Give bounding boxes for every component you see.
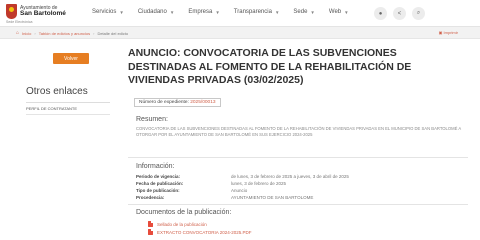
doc-link-extracto[interactable]: EXTRACTO CONVOCATORIA 2024-2025.PDF [148, 229, 252, 235]
breadcrumb-bar: ⌂ Inicio › Tablón de edictos y anuncios … [0, 27, 480, 39]
back-button[interactable]: Volver [53, 53, 89, 64]
share-icon[interactable]: < [393, 7, 406, 20]
breadcrumb-item-inicio[interactable]: Inicio [22, 31, 31, 36]
settings-icon[interactable]: ● [374, 7, 387, 20]
info-label: Periodo de vigencia: [136, 174, 181, 179]
divider [128, 157, 468, 158]
coat-of-arms-icon [6, 4, 17, 19]
info-row: Fecha de publicación: lunes, 3 de febrer… [136, 181, 286, 186]
breadcrumb-separator: › [34, 30, 36, 36]
doc-label: Sellado de la publicación [157, 221, 207, 227]
chevron-down-icon: ▼ [344, 9, 349, 15]
expediente-value: 2025/00013 [190, 100, 216, 105]
breadcrumb-separator: › [93, 30, 95, 36]
home-icon[interactable]: ⌂ [16, 30, 19, 36]
info-row: Periodo de vigencia: de lunes, 3 de febr… [136, 174, 349, 179]
site-header: Ayuntamiento de San Bartolomé Sede Elect… [0, 0, 480, 27]
logo-line3: Sede Electrónica [6, 20, 33, 24]
nav-item-ciudadano[interactable]: Ciudadano ▼ [138, 9, 175, 15]
doc-label: EXTRACTO CONVOCATORIA 2024-2025.PDF [157, 229, 252, 235]
logo-line2: San Bartolomé [20, 10, 66, 17]
search-icon[interactable]: ⌕ [412, 7, 425, 20]
nav-label: Ciudadano [137, 9, 167, 15]
back-label: Volver [64, 55, 78, 62]
print-label: Imprimir [443, 30, 458, 35]
expediente-label: Número de expediente: [139, 100, 189, 105]
chevron-down-icon: ▼ [274, 9, 280, 15]
expediente-badge: Número de expediente: 2025/00013 [134, 98, 221, 107]
chevron-down-icon: ▼ [215, 9, 220, 15]
pdf-icon [148, 229, 153, 235]
nav-label: Transparencia [233, 9, 272, 15]
breadcrumb-item-tablon[interactable]: Tablón de edictos y anuncios [39, 31, 90, 36]
main-nav: Servicios ▼ Ciudadano ▼ Empresa ▼ Transpare… [92, 9, 363, 15]
page-title: ANUNCIO: CONVOCATORIA DE LAS SUBVENCIONE… [128, 47, 412, 86]
nav-item-empresa[interactable]: Empresa ▼ [188, 9, 219, 15]
nav-label: Sede [293, 9, 308, 15]
nav-item-servicios[interactable]: Servicios ▼ [92, 9, 124, 15]
pdf-icon [148, 221, 153, 227]
resumen-text: CONVOCATORIA DE LAS SUBVENCIONES DESTINA… [136, 126, 461, 137]
doc-link-sellado[interactable]: Sellado de la publicación [148, 221, 207, 227]
chevron-down-icon: ▼ [310, 9, 315, 15]
print-link[interactable]: ▣ Imprimir [439, 30, 458, 35]
info-value: AYUNTAMIENTO DE SAN BARTOLOME [231, 195, 314, 200]
breadcrumb-item-current: Detalle del edicto [97, 30, 129, 36]
resumen-heading: Resumen: [136, 116, 168, 123]
divider [26, 102, 110, 103]
chevron-down-icon: ▼ [169, 9, 175, 15]
nav-label: Empresa [188, 9, 213, 15]
sidebar-title: Otros enlaces [26, 86, 88, 97]
nav-item-web[interactable]: Web ▼ [329, 9, 349, 15]
info-value: lunes, 3 de febrero de 2025 [231, 181, 287, 186]
nav-label: Servicios [92, 9, 117, 15]
info-value: de lunes, 3 de febrero de 2025 a jueves,… [231, 174, 349, 179]
breadcrumb: ⌂ Inicio › Tablón de edictos y anuncios … [16, 30, 128, 36]
divider [128, 204, 468, 205]
info-row: Procedencia: AYUNTAMIENTO DE SAN BARTOLO… [136, 195, 313, 200]
chevron-down-icon: ▼ [119, 9, 124, 15]
info-row: Tipo de publicación: Anuncio [136, 188, 247, 193]
info-label: Tipo de publicación: [136, 188, 180, 193]
nav-item-sede[interactable]: Sede ▼ [293, 9, 314, 15]
site-logo[interactable]: Ayuntamiento de San Bartolomé Sede Elect… [6, 4, 66, 24]
nav-item-transparencia[interactable]: Transparencia ▼ [234, 9, 280, 15]
info-value: Anuncio [231, 188, 248, 193]
sidebar-link-perfil-contratante[interactable]: Perfil de contratante [26, 106, 77, 111]
docs-heading: Documentos de la publicación: [136, 209, 232, 216]
nav-label: Web [328, 9, 342, 15]
info-label: Fecha de publicación: [136, 181, 184, 186]
info-heading: Información: [136, 163, 175, 170]
info-label: Procedencia: [136, 195, 165, 200]
divider [26, 114, 110, 115]
